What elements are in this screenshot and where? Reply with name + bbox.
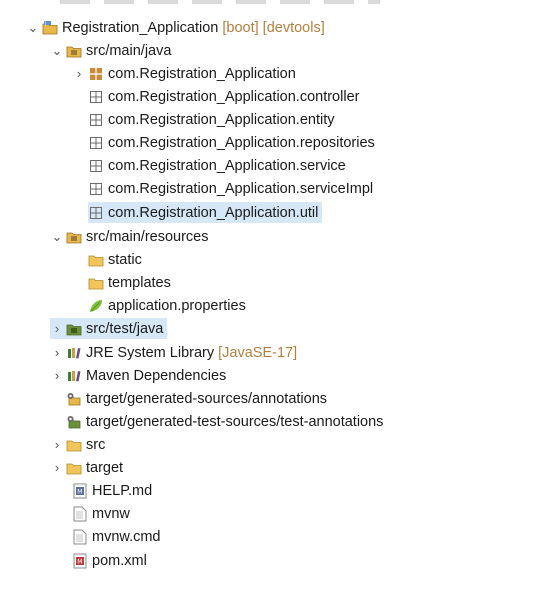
library-icon <box>66 368 82 384</box>
tree-item-package[interactable]: com.Registration_Application.service <box>88 155 346 176</box>
svg-text:M: M <box>77 558 82 565</box>
svg-text:J: J <box>44 20 46 25</box>
tree-item-src-main-java[interactable]: ⌄ src/main/java <box>50 40 172 61</box>
clipped-previous-row <box>60 0 380 4</box>
file-icon <box>72 506 88 522</box>
chevron-down-icon[interactable]: ⌄ <box>50 226 64 247</box>
generated-folder-icon <box>66 391 82 407</box>
tree-item-project[interactable]: ⌄ J Registration_Application [boot] [dev… <box>26 17 325 38</box>
package-icon <box>88 181 104 197</box>
tree-item-label: pom.xml <box>92 552 147 569</box>
tree-item-help-md[interactable]: M HELP.md <box>72 480 152 501</box>
tree-item-folder-templates[interactable]: templates <box>88 272 171 293</box>
tree-item-label: com.Registration_Application.controller <box>108 88 360 105</box>
tree-item-src-test-java[interactable]: › src/test/java <box>50 318 168 339</box>
tree-item-label: target/generated-test-sources/test-annot… <box>86 413 384 430</box>
tree-item-label: com.Registration_Application.serviceImpl <box>108 180 374 197</box>
markdown-file-icon: M <box>72 483 88 499</box>
chevron-down-icon[interactable]: ⌄ <box>50 40 64 61</box>
tree-item-folder-target[interactable]: › target <box>50 457 123 478</box>
tree-item-pom-xml[interactable]: M pom.xml <box>72 550 147 571</box>
chevron-right-icon[interactable]: › <box>50 434 64 455</box>
generated-folder-icon <box>66 414 82 430</box>
package-icon <box>88 89 104 105</box>
package-icon <box>88 66 104 82</box>
tree-item-label: src/main/resources <box>86 228 209 245</box>
tree-item-label: Registration_Application <box>62 19 219 36</box>
chevron-right-icon[interactable]: › <box>50 318 64 339</box>
tree-item-package[interactable]: com.Registration_Application.repositorie… <box>88 132 375 153</box>
tree-item-label: templates <box>108 274 171 291</box>
tree-item-jre-library[interactable]: › JRE System Library [JavaSE-17] <box>50 342 297 363</box>
tree-item-package-selected[interactable]: com.Registration_Application.util <box>88 202 323 223</box>
tree-item-generated-sources[interactable]: target/generated-sources/annotations <box>66 388 327 409</box>
package-icon <box>88 205 104 221</box>
tree-item-package[interactable]: com.Registration_Application.controller <box>88 86 359 107</box>
tree-item-label: src/main/java <box>86 42 172 59</box>
tree-item-label: com.Registration_Application.entity <box>108 111 335 128</box>
library-icon <box>66 345 82 361</box>
tree-item-label: target <box>86 459 124 476</box>
tree-item-label: Maven Dependencies <box>86 367 227 384</box>
chevron-right-icon[interactable]: › <box>50 365 64 386</box>
folder-icon <box>66 460 82 476</box>
tree-item-folder-src[interactable]: › src <box>50 434 106 455</box>
chevron-right-icon[interactable]: › <box>50 342 64 363</box>
tree-item-label: com.Registration_Application.util <box>108 204 319 221</box>
package-icon <box>88 135 104 151</box>
tree-item-package[interactable]: › com.Registration_Application <box>72 63 296 84</box>
tree-item-label: src/test/java <box>86 320 164 337</box>
tree-item-label: com.Registration_Application.service <box>108 157 346 174</box>
chevron-right-icon[interactable]: › <box>72 63 86 84</box>
tree-item-mvnw[interactable]: mvnw <box>72 503 130 524</box>
source-folder-icon <box>66 43 82 59</box>
maven-pom-icon: M <box>72 553 88 569</box>
project-decoration: [boot] [devtools] <box>222 19 325 36</box>
folder-icon <box>88 275 104 291</box>
tree-item-label: mvnw.cmd <box>92 528 161 545</box>
tree-item-maven-dependencies[interactable]: › Maven Dependencies <box>50 365 226 386</box>
tree-item-src-main-resources[interactable]: ⌄ src/main/resources <box>50 226 209 247</box>
source-folder-icon <box>66 229 82 245</box>
tree-item-folder-static[interactable]: static <box>88 249 142 270</box>
jre-decoration: [JavaSE-17] <box>218 344 298 361</box>
tree-item-label: com.Registration_Application <box>108 65 296 82</box>
package-icon <box>88 112 104 128</box>
tree-item-label: src <box>86 436 106 453</box>
tree-item-label: application.properties <box>108 297 246 314</box>
spring-project-icon: J <box>42 20 58 36</box>
chevron-down-icon[interactable]: ⌄ <box>26 17 40 38</box>
test-source-folder-icon <box>66 321 82 337</box>
tree-item-package[interactable]: com.Registration_Application.serviceImpl <box>88 178 373 199</box>
tree-item-mvnw-cmd[interactable]: mvnw.cmd <box>72 526 161 547</box>
tree-item-label: HELP.md <box>92 482 153 499</box>
tree-item-label: JRE System Library <box>86 344 215 361</box>
file-icon <box>72 529 88 545</box>
tree-item-application-properties[interactable]: application.properties <box>88 295 246 316</box>
package-icon <box>88 158 104 174</box>
tree-item-label: mvnw <box>92 505 130 522</box>
chevron-right-icon[interactable]: › <box>50 457 64 478</box>
folder-icon <box>66 437 82 453</box>
spring-leaf-icon <box>88 298 104 314</box>
tree-item-label: static <box>108 251 142 268</box>
folder-icon <box>88 252 104 268</box>
tree-item-label: com.Registration_Application.repositorie… <box>108 134 375 151</box>
tree-item-generated-test-sources[interactable]: target/generated-test-sources/test-annot… <box>66 411 383 432</box>
tree-item-label: target/generated-sources/annotations <box>86 390 328 407</box>
tree-item-package[interactable]: com.Registration_Application.entity <box>88 109 334 130</box>
svg-text:M: M <box>77 488 82 495</box>
